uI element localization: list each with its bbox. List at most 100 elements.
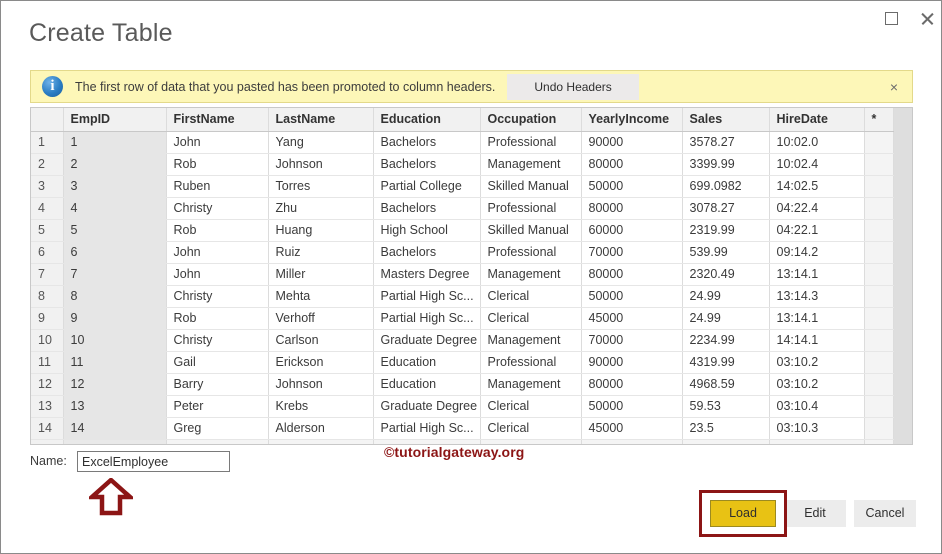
cell-lastname[interactable]: Zhu xyxy=(268,197,374,220)
cell-yearlyincome[interactable]: 45000 xyxy=(581,307,683,330)
row-number[interactable]: 2 xyxy=(31,153,64,176)
cell-firstname[interactable]: Greg xyxy=(166,417,269,440)
cell-lastname[interactable]: Johnson xyxy=(268,373,374,396)
cell-education[interactable]: High School xyxy=(373,219,481,242)
column-header-occupation[interactable]: Occupation xyxy=(480,108,582,132)
cell-lastname[interactable]: Johnson xyxy=(268,153,374,176)
row-number[interactable]: 14 xyxy=(31,417,64,440)
column-header-lastname[interactable]: LastName xyxy=(268,108,374,132)
new-row-cell[interactable] xyxy=(581,439,683,444)
new-row-cell[interactable] xyxy=(166,439,269,444)
cell-yearlyincome[interactable]: 80000 xyxy=(581,197,683,220)
new-row-cell[interactable] xyxy=(769,439,865,444)
row-number[interactable]: 5 xyxy=(31,219,64,242)
cell-hiredate[interactable]: 04:22.1 xyxy=(769,219,865,242)
cell-hiredate[interactable]: 04:22.4 xyxy=(769,197,865,220)
cell-sales[interactable]: 2320.49 xyxy=(682,263,770,286)
cell-sales[interactable]: 699.0982 xyxy=(682,175,770,198)
new-row-marker[interactable]: * xyxy=(31,439,64,444)
cell-occupation[interactable]: Management xyxy=(480,329,582,352)
row-number[interactable]: 1 xyxy=(31,131,64,154)
cell-education[interactable]: Masters Degree xyxy=(373,263,481,286)
cell-empid[interactable]: 9 xyxy=(63,307,167,330)
cell-yearlyincome[interactable]: 80000 xyxy=(581,373,683,396)
row-number[interactable]: 7 xyxy=(31,263,64,286)
new-row-cell[interactable] xyxy=(63,439,167,444)
cell-education[interactable]: Bachelors xyxy=(373,153,481,176)
cell-occupation[interactable]: Professional xyxy=(480,197,582,220)
cell-empid[interactable]: 7 xyxy=(63,263,167,286)
cell-yearlyincome[interactable]: 70000 xyxy=(581,329,683,352)
cell-occupation[interactable]: Clerical xyxy=(480,307,582,330)
row-number[interactable]: 9 xyxy=(31,307,64,330)
cell-lastname[interactable]: Carlson xyxy=(268,329,374,352)
cell-sales[interactable]: 59.53 xyxy=(682,395,770,418)
cell-lastname[interactable]: Verhoff xyxy=(268,307,374,330)
cell-firstname[interactable]: Gail xyxy=(166,351,269,374)
cell-hiredate[interactable]: 03:10.3 xyxy=(769,417,865,440)
cell-sales[interactable]: 4319.99 xyxy=(682,351,770,374)
table-row[interactable]: 13 13 Peter Krebs Graduate Degree Clerical 500… xyxy=(31,395,894,418)
cell-hiredate[interactable]: 14:02.5 xyxy=(769,175,865,198)
cell-hiredate[interactable]: 14:14.1 xyxy=(769,329,865,352)
column-header-yearlyincome[interactable]: YearlyIncome xyxy=(581,108,683,132)
maximize-button[interactable] xyxy=(872,3,910,33)
cell-lastname[interactable]: Huang xyxy=(268,219,374,242)
cell-firstname[interactable]: Rob xyxy=(166,219,269,242)
cell-education[interactable]: Education xyxy=(373,373,481,396)
new-row-cell[interactable] xyxy=(864,439,894,444)
cell-empid[interactable]: 10 xyxy=(63,329,167,352)
new-row-cell[interactable] xyxy=(682,439,770,444)
column-header-firstname[interactable]: FirstName xyxy=(166,108,269,132)
cell-sales[interactable]: 3578.27 xyxy=(682,131,770,154)
cell-hiredate[interactable]: 03:10.4 xyxy=(769,395,865,418)
table-row[interactable]: 6 6 John Ruiz Bachelors Professional 70000 539.… xyxy=(31,241,894,264)
table-name-input[interactable] xyxy=(77,451,230,472)
cell-lastname[interactable]: Ruiz xyxy=(268,241,374,264)
row-number[interactable]: 6 xyxy=(31,241,64,264)
cell-lastname[interactable]: Krebs xyxy=(268,395,374,418)
column-header-add[interactable]: * xyxy=(864,108,894,132)
column-header-hiredate[interactable]: HireDate xyxy=(769,108,865,132)
cell-empid[interactable]: 5 xyxy=(63,219,167,242)
cell-occupation[interactable]: Skilled Manual xyxy=(480,175,582,198)
cell-education[interactable]: Partial High Sc... xyxy=(373,285,481,308)
cell-education[interactable]: Partial High Sc... xyxy=(373,417,481,440)
table-row[interactable]: 1 1 John Yang Bachelors Professional 90000 3578… xyxy=(31,131,894,154)
table-row[interactable]: 14 14 Greg Alderson Partial High Sc... Cleric… xyxy=(31,417,894,440)
cell-sales[interactable]: 4968.59 xyxy=(682,373,770,396)
cell-firstname[interactable]: Ruben xyxy=(166,175,269,198)
cell-firstname[interactable]: Christy xyxy=(166,329,269,352)
table-row[interactable]: 9 9 Rob Verhoff Partial High Sc... Clerical 45… xyxy=(31,307,894,330)
cell-hiredate[interactable]: 13:14.1 xyxy=(769,263,865,286)
column-header-empid[interactable]: EmpID xyxy=(63,108,167,132)
cell-firstname[interactable]: John xyxy=(166,241,269,264)
cell-occupation[interactable]: Clerical xyxy=(480,285,582,308)
table-row[interactable]: 3 3 Ruben Torres Partial College Skilled Manu… xyxy=(31,175,894,198)
cell-firstname[interactable]: John xyxy=(166,131,269,154)
cell-empid[interactable]: 11 xyxy=(63,351,167,374)
cell-hiredate[interactable]: 03:10.2 xyxy=(769,351,865,374)
cell-sales[interactable]: 3078.27 xyxy=(682,197,770,220)
cell-lastname[interactable]: Erickson xyxy=(268,351,374,374)
close-button[interactable] xyxy=(908,3,941,33)
cell-firstname[interactable]: Christy xyxy=(166,285,269,308)
cell-yearlyincome[interactable]: 45000 xyxy=(581,417,683,440)
cell-empid[interactable]: 4 xyxy=(63,197,167,220)
column-header-education[interactable]: Education xyxy=(373,108,481,132)
cell-sales[interactable]: 539.99 xyxy=(682,241,770,264)
cell-occupation[interactable]: Professional xyxy=(480,351,582,374)
cell-lastname[interactable]: Mehta xyxy=(268,285,374,308)
cell-hiredate[interactable]: 13:14.3 xyxy=(769,285,865,308)
cell-sales[interactable]: 2319.99 xyxy=(682,219,770,242)
edit-button[interactable]: Edit xyxy=(784,500,846,527)
cell-yearlyincome[interactable]: 50000 xyxy=(581,285,683,308)
cell-empid[interactable]: 6 xyxy=(63,241,167,264)
row-number[interactable]: 13 xyxy=(31,395,64,418)
cell-occupation[interactable]: Clerical xyxy=(480,417,582,440)
table-row[interactable]: 10 10 Christy Carlson Graduate Degree Managem… xyxy=(31,329,894,352)
cell-empid[interactable]: 3 xyxy=(63,175,167,198)
row-number[interactable]: 12 xyxy=(31,373,64,396)
row-number[interactable]: 8 xyxy=(31,285,64,308)
cell-firstname[interactable]: Christy xyxy=(166,197,269,220)
